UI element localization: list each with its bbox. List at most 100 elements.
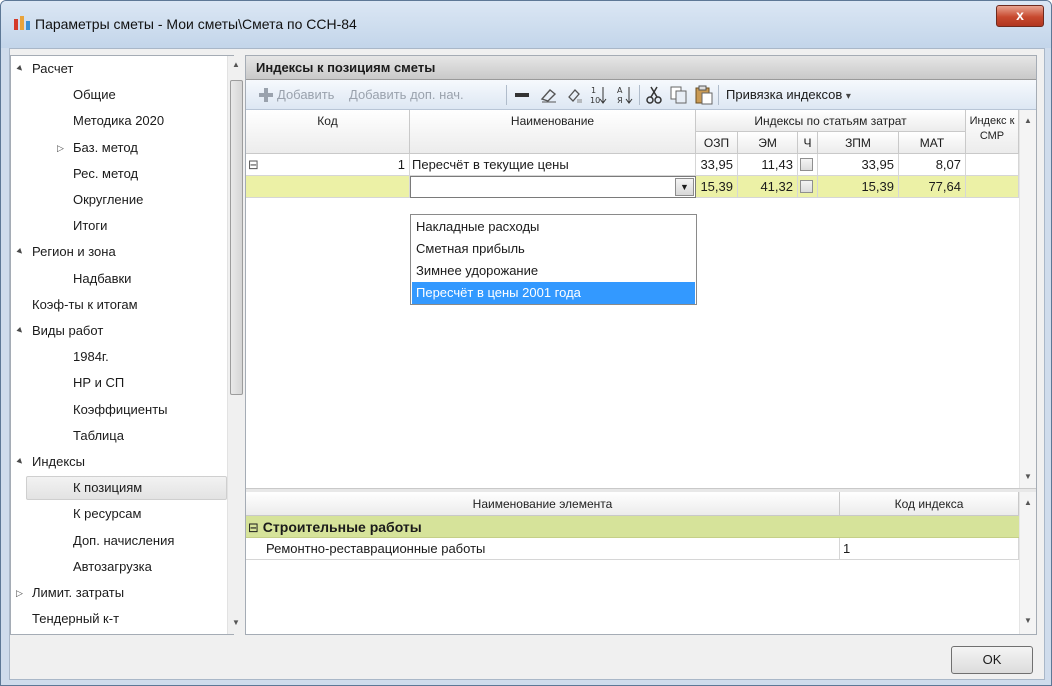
tree-item[interactable]: Коэффициенты [73, 398, 168, 422]
row-smr-cell[interactable] [966, 154, 1019, 176]
tree-item[interactable]: НР и СП [73, 371, 124, 395]
col-em-header[interactable]: ЭМ [738, 132, 798, 154]
index-code-cell[interactable]: 1 [840, 538, 1019, 560]
settings-tree: ▲ Расчет Общие Методика 2020 ▷ Баз. метод Рес.… [10, 55, 244, 635]
row-ozp-cell[interactable]: 33,95 [696, 154, 738, 176]
tree-item[interactable]: Таблица [73, 424, 124, 448]
eraser-icon[interactable] [540, 87, 558, 103]
tree-item[interactable]: Округление [73, 188, 143, 212]
ok-button[interactable]: OK [951, 646, 1033, 674]
collapse-icon[interactable]: ▲ [9, 57, 32, 80]
scroll-up-icon[interactable]: ▲ [1024, 498, 1032, 507]
add-button[interactable]: Добавить [277, 85, 334, 105]
tree-item[interactable]: Методика 2020 [73, 109, 164, 133]
svg-text:10: 10 [590, 96, 600, 105]
col-index-code-header[interactable]: Код индекса [840, 492, 1019, 516]
scroll-down-icon[interactable]: ▼ [232, 618, 240, 627]
dropdown-option-selected[interactable]: Пересчёт в цены 2001 года [412, 282, 695, 304]
index-binding-menu[interactable]: Привязка индексов ▾ [726, 85, 851, 105]
col-name-header[interactable]: Наименование [410, 110, 696, 154]
svg-text:1: 1 [591, 86, 596, 95]
row-code-cell[interactable]: ⊟ 1 [246, 154, 410, 176]
tree-item[interactable]: К ресурсам [73, 502, 141, 526]
tree-item[interactable]: ▷ Лимит. затраты [16, 581, 125, 605]
collapse-icon[interactable]: ▲ [9, 241, 32, 264]
collapse-icon[interactable]: ⊟ [248, 520, 259, 535]
lower-grid-scrollbar[interactable]: ▲ ▼ [1019, 492, 1036, 634]
element-name-cell[interactable]: Ремонтно-реставрационные работы [246, 538, 840, 560]
row-em-cell[interactable]: 11,43 [738, 154, 798, 176]
dropdown-option[interactable]: Накладные расходы [412, 216, 695, 238]
tree-item[interactable]: 1984г. [73, 345, 109, 369]
row-code-cell[interactable] [246, 176, 410, 198]
cut-icon[interactable] [646, 86, 662, 104]
scroll-up-icon[interactable]: ▲ [1024, 116, 1032, 125]
row-mat-cell[interactable]: 77,64 [899, 176, 966, 198]
tree-item[interactable]: Доп. начисления [73, 529, 174, 553]
checkbox[interactable] [800, 180, 813, 193]
tree-item[interactable]: К позициям [73, 476, 142, 500]
tree-item-label: Лимит. затраты [32, 585, 125, 600]
add-extra-button[interactable]: Добавить доп. нач. [349, 85, 464, 105]
scroll-down-icon[interactable]: ▼ [1024, 472, 1032, 481]
col-zpm-header[interactable]: ЗПМ [818, 132, 899, 154]
dropdown-option[interactable]: Сметная прибыль [412, 238, 695, 260]
dropdown-arrow-icon[interactable]: ▼ [675, 178, 694, 196]
collapse-icon[interactable]: ▲ [9, 450, 32, 473]
group-row[interactable]: ⊟ Строительные работы [246, 516, 1019, 538]
tree-scroll-thumb[interactable] [230, 80, 243, 395]
tree-item-label: Расчет [32, 61, 74, 76]
tree-item[interactable]: Итоги [73, 214, 107, 238]
clear-icon[interactable] [566, 86, 584, 104]
col-ozp-header[interactable]: ОЗП [696, 132, 738, 154]
tree-item[interactable]: ▲ Расчет [14, 57, 74, 81]
dropdown-option[interactable]: Зимнее удорожание [412, 260, 695, 282]
sort-numeric-icon[interactable]: 1 10 [590, 85, 608, 105]
tree-item[interactable]: Общие [73, 83, 116, 107]
tree-item-label: Надбавки [73, 270, 132, 286]
copy-icon[interactable] [670, 86, 688, 104]
row-smr-cell[interactable] [966, 176, 1019, 198]
row-ch-cell[interactable] [798, 176, 818, 198]
row-mat-cell[interactable]: 8,07 [899, 154, 966, 176]
tree-item[interactable]: ▲ Регион и зона [14, 240, 116, 264]
chevron-down-icon: ▾ [845, 91, 851, 102]
tree-item-label: Коэф-ты к итогам [32, 296, 138, 312]
tree-item[interactable]: ▲ Индексы [14, 450, 85, 474]
row-em-cell[interactable]: 41,32 [738, 176, 798, 198]
tree-item[interactable]: Надбавки [73, 267, 131, 291]
tree-item[interactable]: ▷ Баз. метод [57, 136, 138, 160]
grid-scrollbar[interactable]: ▲ ▼ [1019, 110, 1036, 488]
sort-alpha-icon[interactable]: A Я [616, 85, 634, 105]
col-ch-header[interactable]: Ч [798, 132, 818, 154]
expand-icon[interactable]: ▷ [57, 136, 64, 160]
tree-item-label: К ресурсам [73, 506, 142, 522]
row-zpm-cell[interactable]: 33,95 [818, 154, 899, 176]
col-smr-header[interactable]: Индекс к СМР [966, 110, 1019, 154]
collapse-icon[interactable]: ▲ [9, 319, 32, 342]
tree-item[interactable]: Автозагрузка [73, 555, 152, 579]
collapse-icon[interactable]: ⊟ [248, 154, 259, 175]
row-ozp-cell[interactable]: 15,39 [696, 176, 738, 198]
col-mat-header[interactable]: МАТ [899, 132, 966, 154]
tree-scrollbar[interactable]: ▲ ▼ [227, 56, 244, 634]
paste-icon[interactable] [695, 85, 713, 105]
row-ch-cell[interactable] [798, 154, 818, 176]
col-code-header[interactable]: Код [246, 110, 410, 154]
row-name-cell[interactable]: Пересчёт в текущие цены [410, 154, 696, 176]
row-zpm-cell[interactable]: 15,39 [818, 176, 899, 198]
tree-item[interactable]: Тендерный к-т [32, 607, 119, 631]
tree-item[interactable]: ▲ Виды работ [14, 319, 104, 343]
expand-icon[interactable]: ▷ [16, 581, 23, 605]
checkbox[interactable] [800, 158, 813, 171]
scroll-down-icon[interactable]: ▼ [1024, 616, 1032, 625]
tree-item[interactable]: Рес. метод [73, 162, 138, 186]
scroll-up-icon[interactable]: ▲ [232, 60, 240, 69]
toolbar: Добавить Добавить доп. нач. 1 10 A Я При… [246, 80, 1036, 110]
col-element-name-header[interactable]: Наименование элемента [246, 492, 840, 516]
minus-icon[interactable] [515, 93, 529, 97]
tree-item[interactable]: Коэф-ты к итогам [32, 293, 138, 317]
tree-item-label: Общие [73, 87, 116, 103]
name-combobox[interactable]: ▼ [410, 176, 696, 198]
close-button[interactable]: x [996, 5, 1044, 27]
